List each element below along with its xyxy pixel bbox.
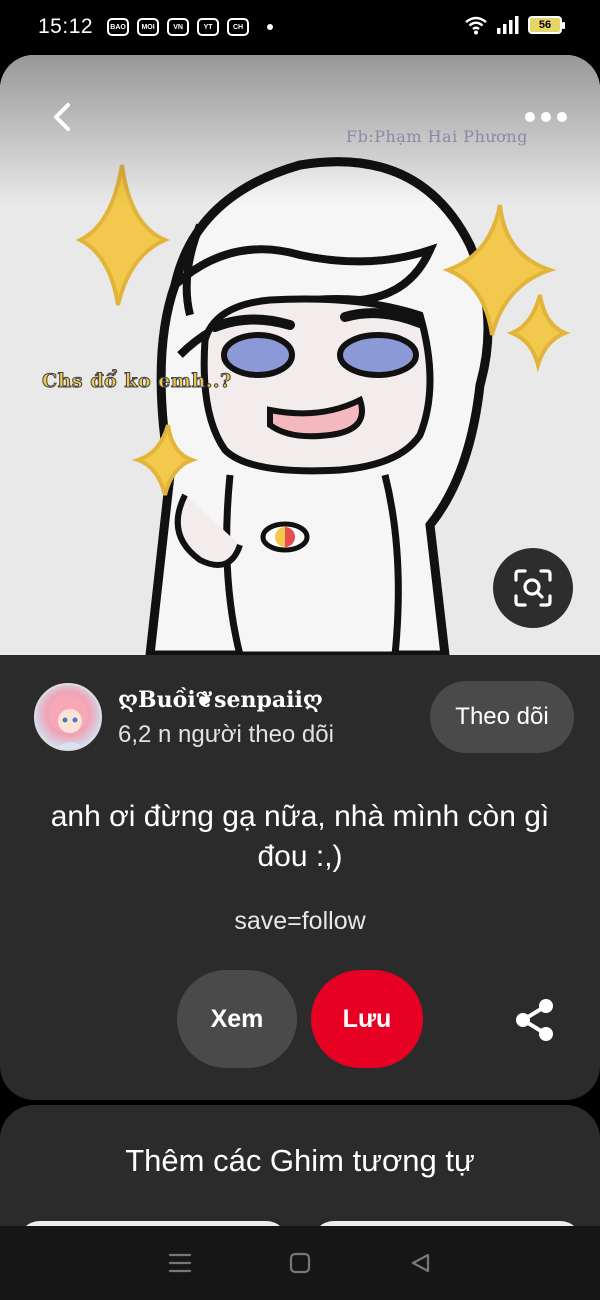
status-indicators: 56 [464, 15, 565, 35]
status-app-icon: BAO [107, 18, 130, 36]
image-caption: Chs đổ ko emh..? [42, 370, 232, 393]
more-icon [525, 112, 535, 122]
system-nav-bar [0, 1226, 600, 1300]
related-pins-title: Thêm các Ghim tương tự [125, 1143, 475, 1178]
pin-card: Fb:Phạm Hai Phương Chs đổ ko emh..? ღBuồ… [0, 55, 600, 1100]
view-button[interactable]: Xem [177, 970, 297, 1068]
status-app-icon: VN [167, 18, 190, 36]
signal-icon [497, 16, 519, 34]
pin-title: anh ơi đừng gạ nữa, nhà mình còn gì đou … [50, 800, 550, 873]
avatar-illustration [52, 697, 88, 749]
notification-dot [267, 24, 274, 30]
battery-icon: 56 [528, 16, 565, 34]
status-app-icon: MOI [137, 18, 160, 36]
home-button[interactable] [280, 1243, 320, 1283]
creator-row: ღBuồi❦senpaiiღ 6,2 n người theo dõi Theo… [34, 681, 574, 753]
system-back-button[interactable] [400, 1243, 440, 1283]
share-button[interactable] [512, 997, 558, 1043]
back-icon [54, 103, 70, 131]
image-watermark: Fb:Phạm Hai Phương [346, 127, 528, 146]
share-icon [516, 999, 553, 1041]
wifi-icon [465, 16, 487, 35]
creator-name[interactable]: ღBuồi❦senpaiiღ [118, 687, 323, 713]
nav-home-icon [289, 1252, 311, 1274]
back-button[interactable] [40, 95, 84, 139]
status-app-icon: YT [197, 18, 220, 36]
creator-avatar[interactable] [34, 683, 102, 751]
save-button[interactable]: Lưu [311, 970, 423, 1068]
nav-menu-icon [168, 1253, 192, 1273]
creator-follower-count: 6,2 n người theo dõi [118, 721, 334, 748]
pin-image[interactable]: Fb:Phạm Hai Phương Chs đổ ko emh..? [0, 55, 600, 655]
nav-back-icon [411, 1253, 430, 1273]
recent-apps-button[interactable] [160, 1243, 200, 1283]
status-app-icon: CH [227, 18, 250, 36]
follow-button[interactable]: Theo dõi [430, 681, 574, 753]
visual-search-icon [514, 569, 552, 607]
visual-search-button[interactable] [493, 548, 573, 628]
more-options-button[interactable] [516, 99, 576, 135]
status-time: 15:12 [38, 15, 94, 38]
status-bar: 15:12 BAO MOI VN YT CH 56 [0, 0, 600, 54]
pin-description: save=follow [234, 907, 366, 935]
